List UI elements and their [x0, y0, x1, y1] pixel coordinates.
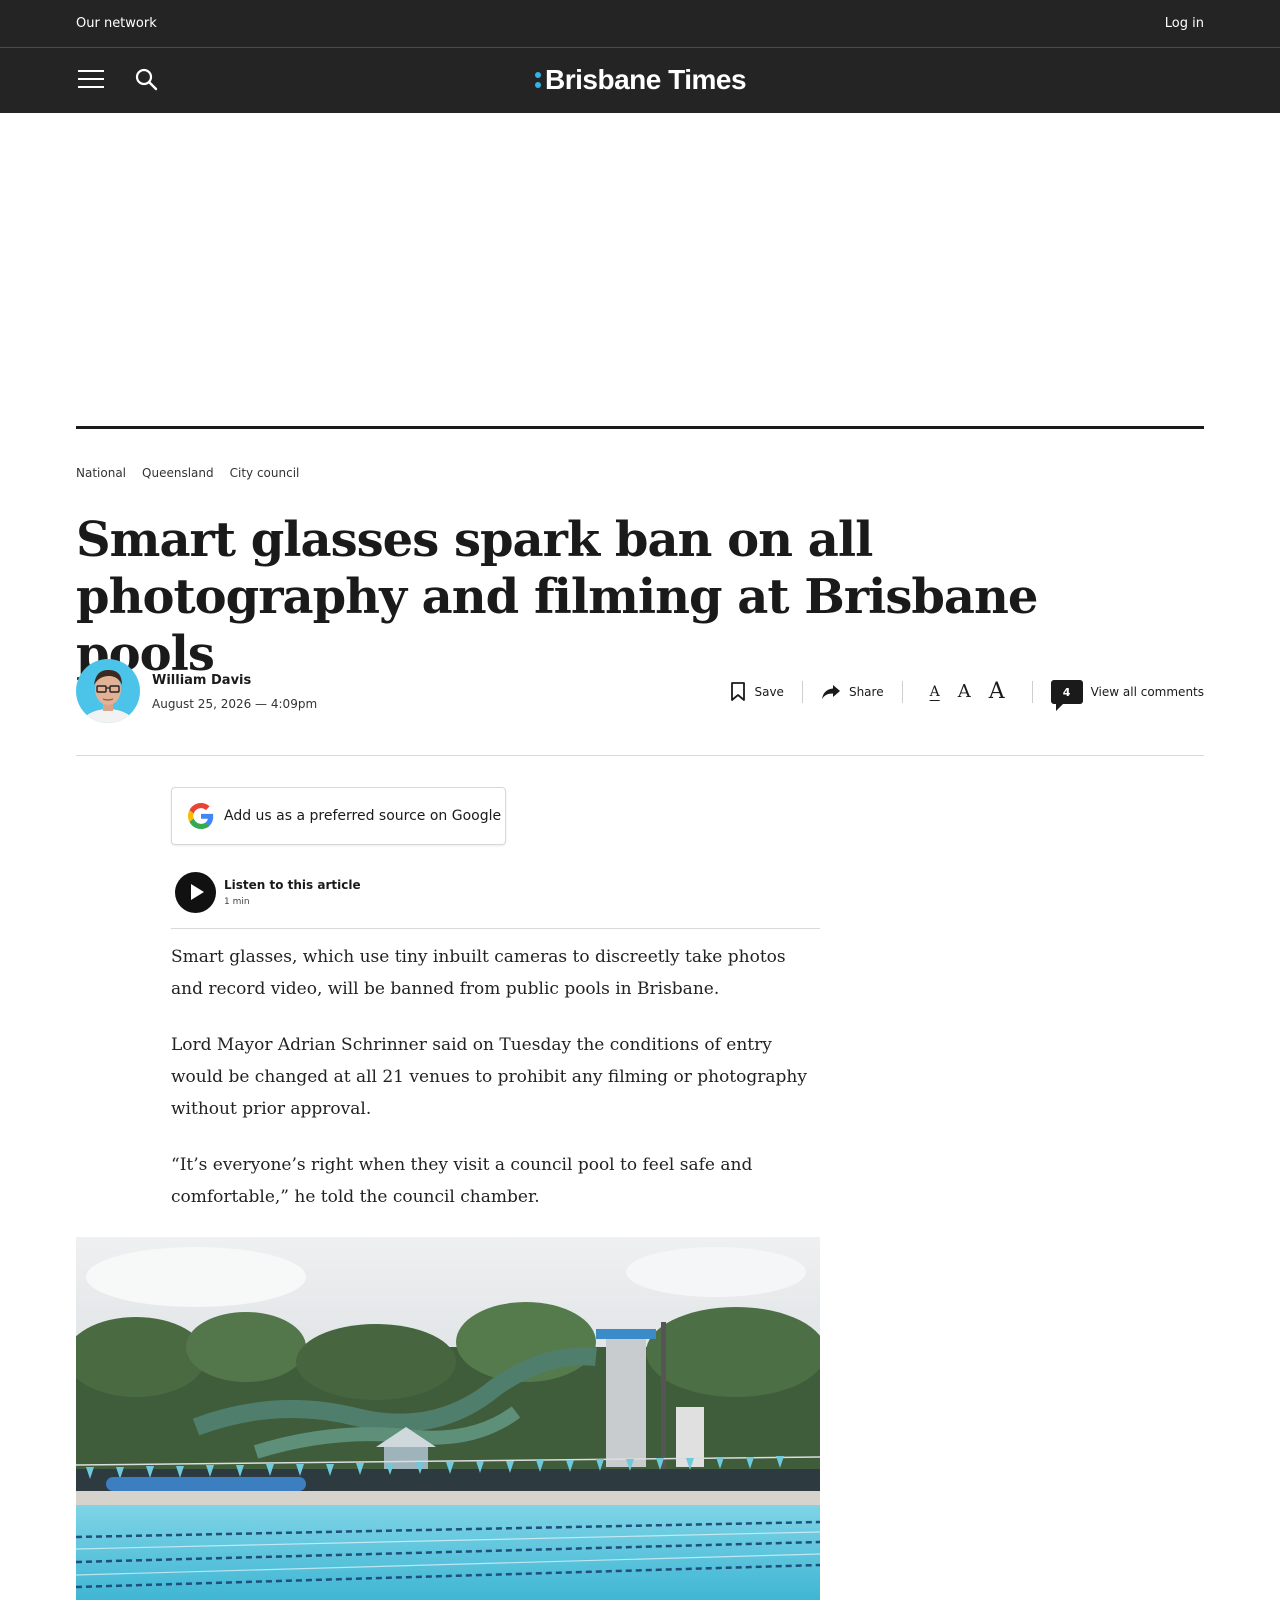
comment-count-badge: 4 — [1050, 680, 1083, 711]
brand-name: Brisbane Times — [545, 64, 747, 95]
save-button[interactable]: Save — [730, 682, 784, 702]
share-button[interactable]: Share — [821, 684, 884, 700]
publish-date: August 25, 2026 — 4:09pm — [152, 697, 318, 711]
byline: William Davis August 25, 2026 — 4:09pm S… — [76, 659, 1204, 723]
author-avatar[interactable] — [76, 659, 140, 723]
article-paragraph: Lord Mayor Adrian Schrinner said on Tues… — [171, 1035, 807, 1119]
view-comments-button[interactable]: 4 View all comments — [1050, 680, 1204, 711]
google-preferred-source-label: Add us as a preferred source on Google — [224, 808, 502, 824]
breadcrumb-queensland[interactable]: Queensland — [142, 466, 214, 480]
logo-mark-icon — [535, 72, 541, 88]
font-size-large-button[interactable]: A — [989, 681, 1005, 703]
author-name[interactable]: William Davis — [152, 673, 251, 688]
ad-slot — [0, 113, 1280, 426]
audio-duration: 1 min — [224, 896, 250, 907]
breadcrumb-city-council[interactable]: City council — [230, 466, 300, 480]
article-headline: Smart glasses spark ban on all photograp… — [76, 512, 1038, 682]
masthead: Brisbane Times — [0, 48, 1280, 113]
article-tools: Save Share A A A 4 View all comments — [730, 679, 1204, 711]
tool-divider — [901, 681, 903, 703]
tool-divider — [1031, 681, 1033, 703]
login-link[interactable]: Log in — [1165, 16, 1204, 31]
brand-logo[interactable]: Brisbane Times — [535, 62, 747, 98]
audio-player[interactable]: Listen to this article 1 min — [175, 871, 361, 913]
play-icon[interactable] — [175, 871, 216, 913]
breadcrumb: National Queensland City council — [76, 466, 299, 480]
tool-divider — [801, 681, 803, 703]
google-preferred-source-button[interactable]: Add us as a preferred source on Google — [171, 787, 506, 845]
section-divider — [76, 426, 1204, 429]
article-paragraph: Smart glasses, which use tiny inbuilt ca… — [171, 947, 786, 999]
top-utility-bar: Our network Log in — [0, 0, 1280, 48]
audio-title: Listen to this article — [224, 877, 361, 892]
font-size-small-button[interactable]: A — [930, 685, 940, 699]
breadcrumb-national[interactable]: National — [76, 466, 126, 480]
search-icon[interactable] — [135, 68, 159, 92]
byline-divider — [76, 755, 1204, 756]
share-arrow-icon — [821, 685, 840, 699]
our-network-link[interactable]: Our network — [76, 16, 157, 31]
share-label: Share — [848, 685, 884, 699]
bookmark-icon — [731, 682, 746, 701]
article-photo[interactable] — [76, 1237, 820, 1600]
hamburger-icon[interactable] — [78, 67, 106, 91]
article-paragraph: “It’s everyone’s right when they visit a… — [171, 1155, 753, 1207]
view-comments-label: View all comments — [1090, 685, 1204, 699]
font-size-medium-button[interactable]: A — [958, 683, 971, 701]
google-g-icon — [188, 803, 214, 829]
audio-divider — [171, 928, 820, 929]
save-label: Save — [754, 685, 784, 699]
